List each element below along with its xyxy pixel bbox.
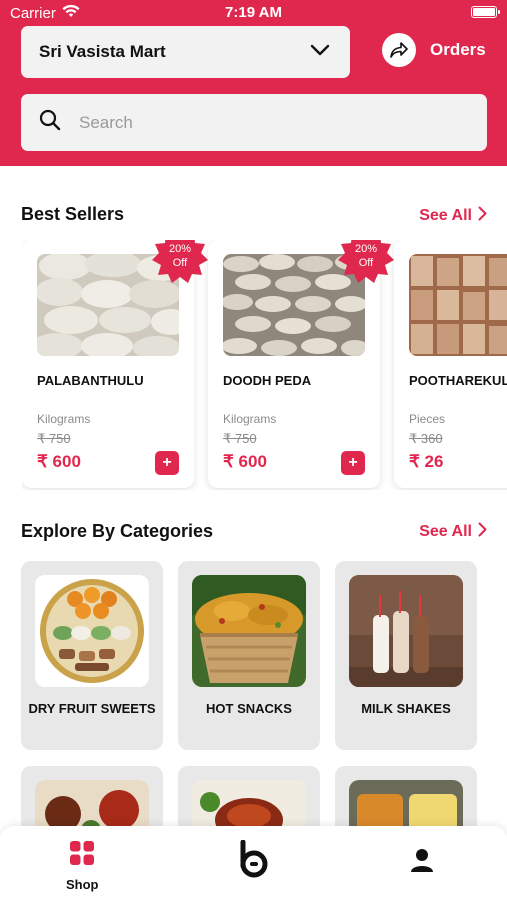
search-icon: [39, 109, 61, 136]
orders-label: Orders: [430, 40, 486, 59]
badge-percent: 20%: [168, 243, 192, 255]
product-card[interactable]: 20% Off PALABANTHULU Kilograms ₹ 750 ₹ 60…: [22, 240, 208, 488]
logo-icon: [237, 839, 269, 883]
categories-see-all[interactable]: See All: [419, 522, 487, 542]
category-image: [349, 575, 463, 687]
see-all-label: See All: [419, 523, 472, 540]
clock: 7:19 AM: [225, 4, 282, 21]
store-name: Sri Vasista Mart: [39, 42, 166, 61]
product-mrp: ₹ 750: [223, 431, 257, 446]
tab-profile[interactable]: [410, 848, 434, 879]
product-mrp: ₹ 360: [409, 431, 443, 446]
plus-icon: +: [162, 454, 172, 471]
categories-title: Explore By Categories: [21, 521, 214, 541]
discount-badge: 20% Off: [152, 240, 208, 284]
discount-badge: 20% Off: [338, 240, 394, 284]
search-input[interactable]: [79, 112, 439, 133]
product-card[interactable]: 20% Off DOODH PEDA Kilograms ₹ 750 ₹ 600 …: [208, 240, 394, 488]
product-name: PALABANTHULU: [37, 373, 144, 388]
category-tile[interactable]: MILK SHAKES: [335, 561, 477, 750]
chevron-down-icon: [310, 43, 330, 61]
best-sellers-title: Best Sellers: [21, 204, 125, 224]
product-name: POOTHAREKULU: [409, 373, 507, 388]
product-mrp: ₹ 750: [37, 431, 71, 446]
category-tile[interactable]: HOT SNACKS: [178, 561, 320, 750]
badge-off: Off: [172, 257, 188, 269]
best-sellers-list: 20% Off PALABANTHULU Kilograms ₹ 750 ₹ 60…: [22, 240, 507, 490]
product-price: ₹ 600: [37, 452, 81, 471]
battery-icon: [471, 6, 500, 18]
badge-off: Off: [358, 257, 374, 269]
product-unit: Pieces: [409, 412, 446, 426]
add-to-cart-button[interactable]: +: [155, 451, 179, 475]
store-selector[interactable]: Sri Vasista Mart: [21, 26, 350, 78]
product-price: ₹ 26: [409, 452, 444, 471]
search-bar[interactable]: [21, 94, 487, 151]
product-unit: Kilograms: [37, 412, 91, 426]
tab-home-logo[interactable]: [237, 839, 269, 883]
user-icon: [410, 848, 434, 879]
tab-bar: Shop: [0, 826, 507, 900]
grid-icon: [69, 840, 95, 871]
header: Carrier 7:19 AM Sri Vasista Mart Orders: [0, 0, 507, 166]
category-label: HOT SNACKS: [206, 701, 292, 716]
chevron-right-icon: [478, 522, 487, 542]
product-image: [409, 254, 507, 356]
product-price: ₹ 600: [223, 452, 267, 471]
product-unit: Kilograms: [223, 412, 277, 426]
product-card[interactable]: POOTHAREKULU Pieces ₹ 360 ₹ 26: [394, 240, 507, 488]
tab-shop[interactable]: Shop: [66, 840, 99, 892]
category-label: DRY FRUIT SWEETS: [28, 701, 156, 716]
orders-button[interactable]: Orders: [382, 33, 486, 67]
plus-icon: +: [348, 454, 358, 471]
see-all-label: See All: [419, 207, 472, 224]
chevron-right-icon: [478, 206, 487, 226]
category-image: [35, 575, 149, 687]
share-icon: [382, 33, 416, 67]
product-name: DOODH PEDA: [223, 373, 312, 388]
add-to-cart-button[interactable]: +: [341, 451, 365, 475]
category-image: [192, 575, 306, 687]
best-sellers-see-all[interactable]: See All: [419, 206, 487, 226]
badge-percent: 20%: [354, 243, 378, 255]
status-bar: Carrier 7:19 AM: [10, 4, 500, 24]
tab-shop-label: Shop: [66, 877, 99, 892]
category-tile[interactable]: DRY FRUIT SWEETS: [21, 561, 163, 750]
category-label: MILK SHAKES: [361, 701, 451, 716]
